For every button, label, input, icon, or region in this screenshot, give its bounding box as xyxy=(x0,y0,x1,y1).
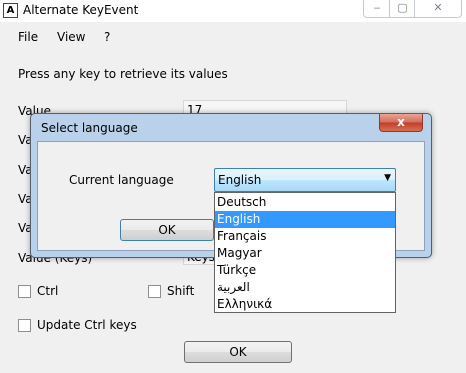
shift-checkbox[interactable] xyxy=(148,285,161,298)
dialog-title: Select language xyxy=(41,121,138,135)
maximize-icon: ▢ xyxy=(397,1,408,14)
close-icon: ✕ xyxy=(433,1,443,14)
minimize-button[interactable]: ‒ xyxy=(363,0,391,18)
instruction-text: Press any key to retrieve its values xyxy=(18,67,228,81)
menu-view[interactable]: View xyxy=(57,30,85,44)
language-combobox-value: English xyxy=(218,173,262,187)
language-option-arabic[interactable]: العربية xyxy=(215,279,395,296)
language-option-magyar[interactable]: Magyar xyxy=(215,245,395,262)
dialog-close-button[interactable]: x xyxy=(379,114,423,132)
language-option-greek[interactable]: Ελληνικά xyxy=(215,296,395,313)
minimize-icon: ‒ xyxy=(373,1,381,14)
maximize-button[interactable]: ▢ xyxy=(389,0,416,18)
language-option-turkce[interactable]: Türkçe xyxy=(215,262,395,279)
menu-bar: File View ? xyxy=(0,26,466,48)
app-icon: A xyxy=(3,3,18,18)
menu-help[interactable]: ? xyxy=(104,30,110,44)
close-button[interactable]: ✕ xyxy=(414,0,462,18)
menu-file[interactable]: File xyxy=(18,30,38,44)
update-ctrl-keys-label: Update Ctrl keys xyxy=(37,318,137,332)
dialog-ok-button[interactable]: OK xyxy=(120,219,214,241)
main-ok-button[interactable]: OK xyxy=(184,341,292,363)
language-option-deutsch[interactable]: Deutsch xyxy=(215,194,395,211)
shift-label: Shift xyxy=(167,284,195,298)
dropdown-arrow-icon[interactable]: ▼ xyxy=(384,173,391,183)
ctrl-label: Ctrl xyxy=(37,284,59,298)
language-option-english[interactable]: English xyxy=(215,211,395,228)
current-language-label: Current language xyxy=(69,173,174,187)
update-ctrl-keys-checkbox[interactable] xyxy=(18,319,31,332)
ctrl-checkbox[interactable] xyxy=(18,285,31,298)
title-bar: A Alternate KeyEvent ‒ ▢ ✕ xyxy=(0,0,466,22)
window-title: Alternate KeyEvent xyxy=(23,3,139,17)
language-combobox[interactable]: English ▼ xyxy=(214,168,396,192)
language-option-francais[interactable]: Français xyxy=(215,228,395,245)
language-dropdown-list: Deutsch English Français Magyar Türkçe ا… xyxy=(214,192,396,313)
